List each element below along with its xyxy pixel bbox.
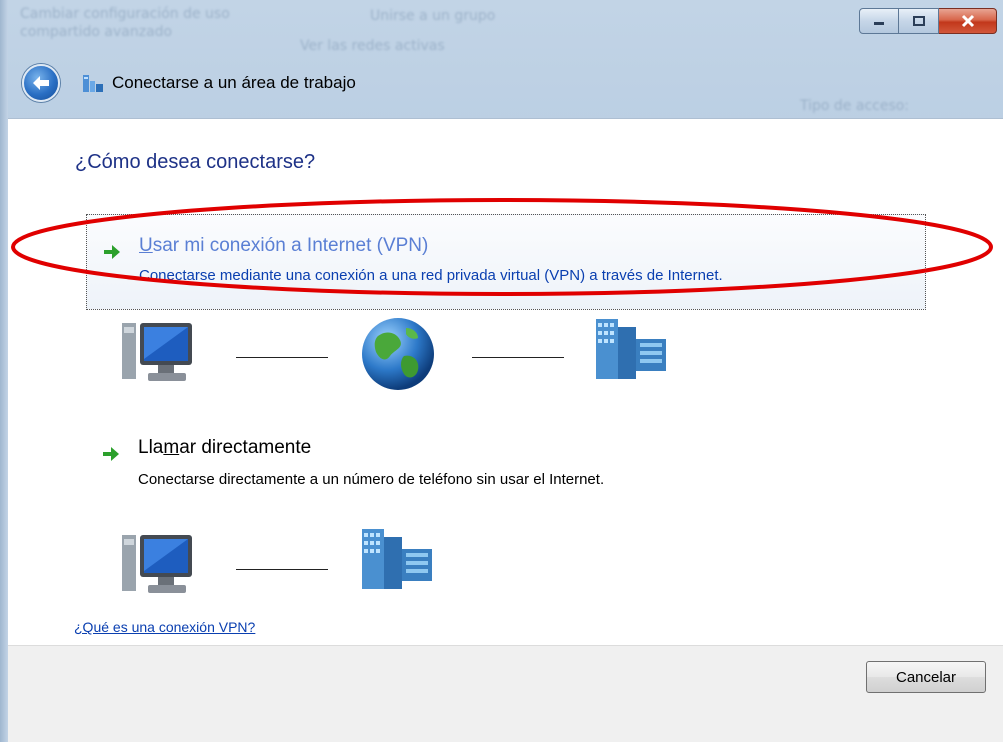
green-arrow-icon bbox=[103, 447, 119, 461]
connection-line bbox=[472, 357, 564, 358]
option-title: Usar mi conexión a Internet (VPN) bbox=[139, 235, 428, 257]
minimize-button[interactable] bbox=[859, 8, 899, 34]
what-is-vpn-link[interactable]: ¿Qué es una conexión VPN? bbox=[74, 619, 255, 635]
internet-globe-icon bbox=[362, 318, 434, 390]
option-title-rest: sar mi conexión a Internet (VPN) bbox=[152, 235, 429, 256]
background-text: Unirse a un grupo bbox=[370, 8, 496, 24]
computer-icon bbox=[122, 535, 192, 593]
cancel-button[interactable]: Cancelar bbox=[866, 661, 986, 693]
background-text: Cambiar configuración de uso bbox=[20, 6, 230, 22]
background-text: Ver las redes activas bbox=[300, 38, 445, 54]
maximize-button[interactable] bbox=[899, 8, 939, 34]
maximize-icon bbox=[912, 16, 925, 26]
wizard-content: ¿Cómo desea conectarse? Usar mi conexión… bbox=[8, 118, 1003, 645]
window-title: Conectarse a un área de trabajo bbox=[112, 73, 356, 92]
option-title-rest: ar directamente bbox=[179, 437, 312, 458]
green-arrow-icon bbox=[104, 245, 120, 259]
close-button[interactable] bbox=[939, 8, 997, 34]
wizard-footer: Cancelar bbox=[8, 645, 1003, 742]
background-text: compartido avanzado bbox=[20, 24, 173, 40]
wizard-header: Conectarse a un área de trabajo bbox=[8, 57, 1003, 109]
wizard-window: Cambiar configuración de uso compartido … bbox=[0, 0, 1003, 742]
connection-line bbox=[236, 569, 328, 570]
option-accel-key: m bbox=[163, 437, 180, 458]
close-icon bbox=[961, 14, 974, 28]
caption-buttons bbox=[859, 8, 997, 34]
computer-icon bbox=[122, 323, 192, 381]
option-title-pre: Lla bbox=[138, 437, 164, 458]
workplace-building-icon bbox=[596, 319, 666, 379]
window-left-edge bbox=[0, 0, 8, 742]
page-heading: ¿Cómo desea conectarse? bbox=[75, 151, 316, 173]
option-dial-directly[interactable]: Llamar directamente bbox=[138, 437, 311, 459]
option-description: Conectarse directamente a un número de t… bbox=[138, 471, 605, 488]
minimize-icon bbox=[874, 22, 884, 25]
network-app-icon bbox=[82, 72, 104, 94]
back-button[interactable] bbox=[22, 64, 60, 102]
option-description: Conectarse mediante una conexión a una r… bbox=[139, 267, 723, 284]
back-arrow-icon bbox=[33, 76, 49, 90]
connection-line bbox=[236, 357, 328, 358]
option-accel-key: U bbox=[139, 235, 153, 256]
option-use-internet-vpn[interactable]: Usar mi conexión a Internet (VPN) Conect… bbox=[86, 214, 926, 310]
workplace-building-icon bbox=[362, 529, 432, 589]
